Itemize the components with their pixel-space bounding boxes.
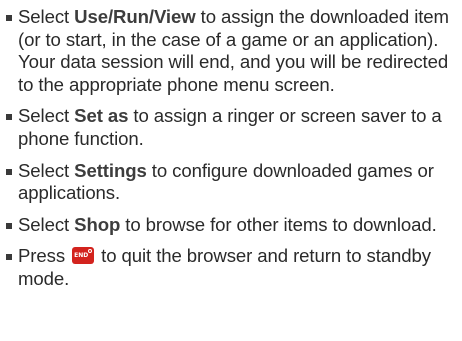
bullet-icon: [6, 254, 12, 261]
manual-page: Select Use/Run/View to assign the downlo…: [0, 0, 462, 341]
item-text: Select: [18, 213, 75, 235]
list-item: Select Shop to browse for other items to…: [5, 214, 456, 237]
item-text: Select: [18, 105, 75, 127]
keyword-use-run-view: Use/Run/View: [74, 6, 196, 27]
item-text: Select: [18, 6, 75, 27]
bullet-icon: [6, 114, 12, 121]
list-item: Select Settings to configure downloaded …: [5, 160, 456, 205]
instruction-list: Select Use/Run/View to assign the downlo…: [5, 6, 456, 291]
end-key-label: END: [74, 252, 89, 260]
item-text: Press: [18, 245, 71, 267]
keyword-set-as: Set as: [74, 105, 129, 127]
end-power-key-icon: END: [72, 247, 95, 265]
bullet-icon: [6, 168, 12, 175]
keyword-shop: Shop: [74, 213, 121, 235]
bullet-icon: [6, 222, 12, 229]
list-item: Press END to quit the browser and return…: [5, 245, 456, 290]
keyword-settings: Settings: [74, 159, 147, 181]
list-item: Select Use/Run/View to assign the downlo…: [5, 6, 456, 96]
item-text: to browse for other items to download.: [120, 213, 437, 235]
bullet-icon: [6, 15, 12, 21]
item-text: Select: [18, 159, 75, 181]
power-icon: [88, 249, 93, 254]
list-item: Select Set as to assign a ringer or scre…: [5, 105, 456, 150]
